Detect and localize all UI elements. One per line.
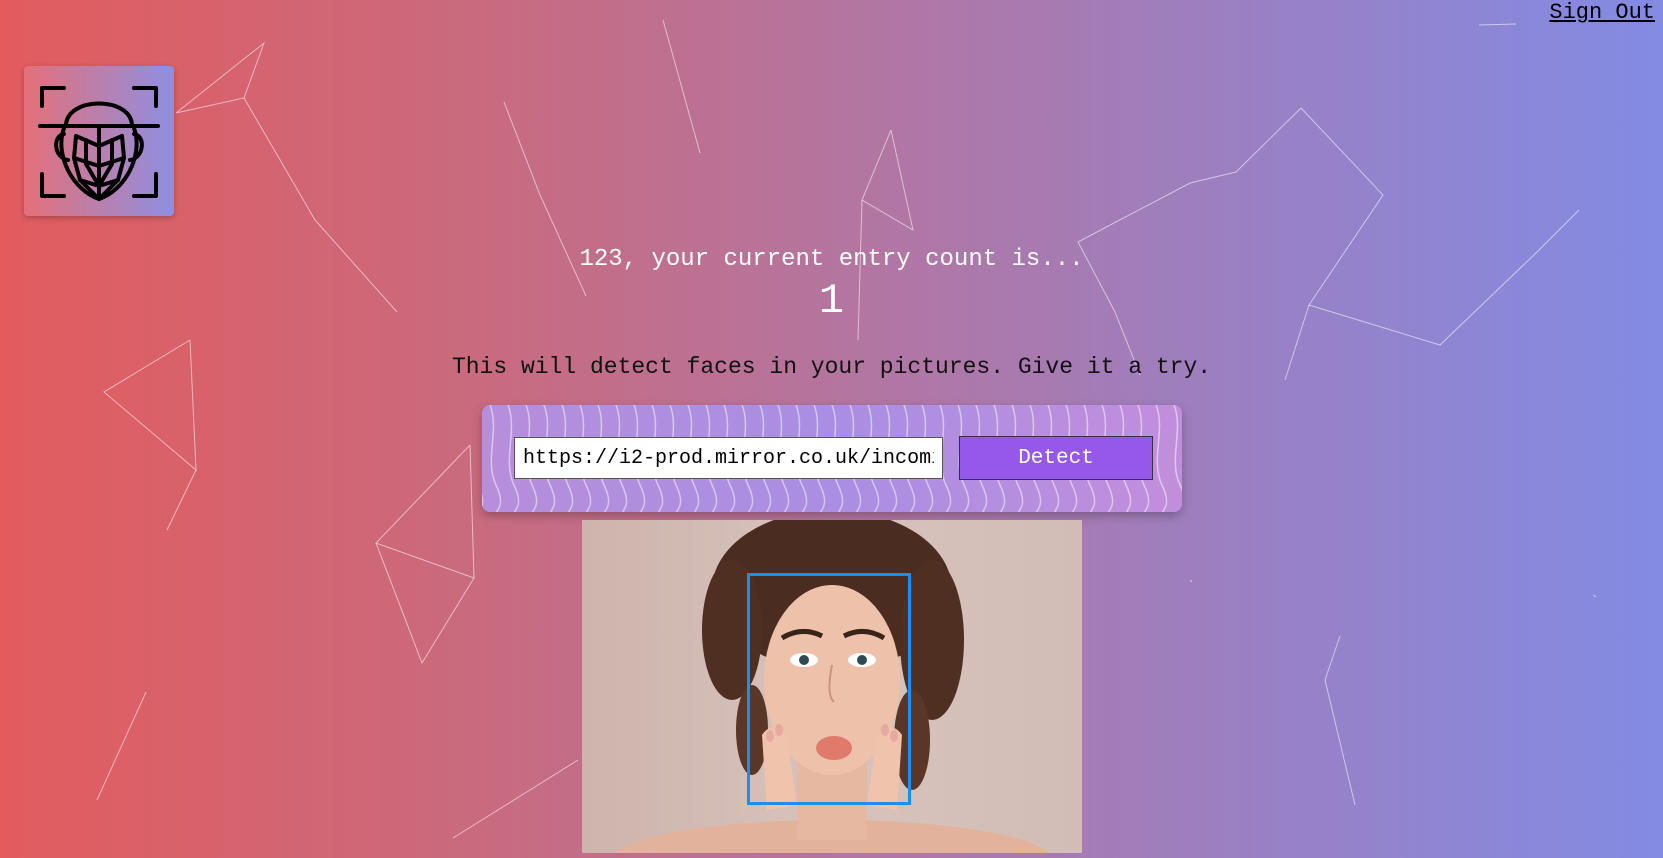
sign-out-link[interactable]: Sign Out [1549, 0, 1655, 25]
image-url-input[interactable] [514, 437, 943, 479]
entry-count-value: 1 [818, 277, 845, 325]
wave-stroke [489, 405, 502, 512]
intro-text: This will detect faces in your pictures.… [451, 354, 1212, 380]
wave-stroke [1155, 405, 1168, 512]
face-recognition-icon [38, 86, 160, 201]
app-logo[interactable] [24, 66, 174, 216]
result-image [582, 520, 1082, 853]
entry-count-message: 123, your current entry count is... [579, 246, 1084, 273]
face-bounding-box [747, 573, 911, 805]
detect-button[interactable]: Detect [959, 436, 1153, 480]
wave-stroke [1173, 405, 1182, 512]
wave-stroke [482, 493, 484, 508]
top-nav: Sign Out [1541, 0, 1663, 25]
image-url-form: Detect [482, 405, 1182, 512]
